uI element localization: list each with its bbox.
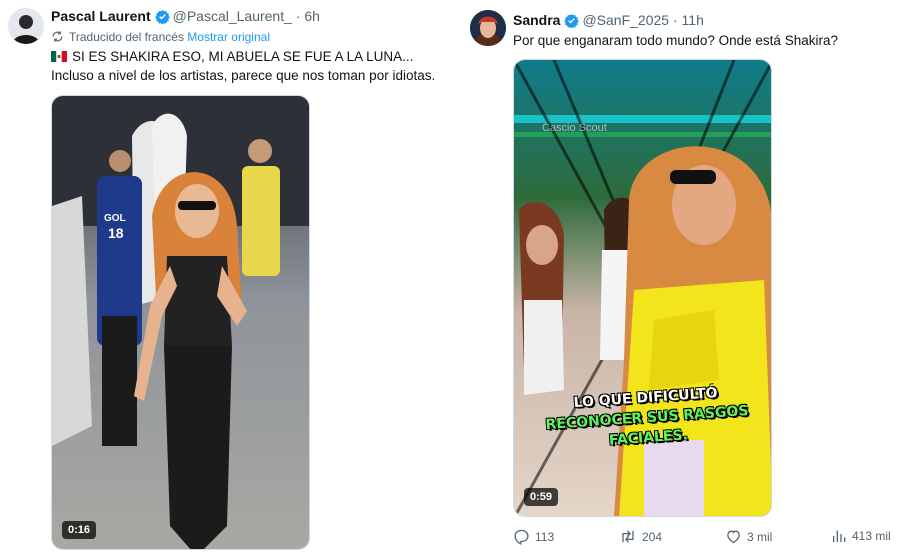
avatar[interactable] bbox=[470, 10, 506, 46]
like-icon bbox=[725, 528, 742, 545]
reply-icon bbox=[513, 528, 530, 545]
timestamp[interactable]: 11h bbox=[682, 12, 704, 28]
author-name[interactable]: Sandra bbox=[513, 12, 560, 28]
show-original-link[interactable]: Mostrar original bbox=[187, 30, 270, 44]
tweet-pascal[interactable]: Pascal Laurent @Pascal_Laurent_ · 6h Trad… bbox=[0, 0, 455, 559]
like-button[interactable]: 3 mil bbox=[725, 528, 772, 545]
timestamp[interactable]: 6h bbox=[304, 8, 320, 24]
video-duration: 0:59 bbox=[524, 488, 559, 506]
tweet-text: Por que enganaram todo mundo? Onde está … bbox=[513, 33, 838, 48]
translated-label: Traducido del francés bbox=[69, 30, 184, 44]
tweet-text: SI ES SHAKIRA ESO, MI ABUELA SE FUE A LA… bbox=[51, 47, 435, 85]
video-player[interactable]: GOL 18 0:16 bbox=[51, 95, 310, 550]
views-button[interactable]: 413 mil bbox=[831, 528, 891, 544]
avatar-image bbox=[470, 10, 506, 46]
video-duration: 0:16 bbox=[62, 521, 97, 539]
avatar-image bbox=[8, 8, 44, 44]
action-bar: 113 204 3 mil 413 mil bbox=[513, 528, 900, 548]
author-name[interactable]: Pascal Laurent bbox=[51, 8, 151, 24]
repost-icon bbox=[619, 528, 637, 545]
tweet-text-line1: SI ES SHAKIRA ESO, MI ABUELA SE FUE A LA… bbox=[72, 49, 414, 64]
views-icon bbox=[831, 528, 847, 544]
svg-text:GOL: GOL bbox=[104, 213, 126, 224]
tweet-header: Sandra @SanF_2025 · 11h bbox=[513, 11, 704, 32]
reply-button[interactable]: 113 bbox=[513, 528, 554, 545]
verified-badge-icon bbox=[154, 9, 170, 28]
video-frame: GOL 18 bbox=[52, 96, 309, 549]
tweet-header: Pascal Laurent @Pascal_Laurent_ · 6h bbox=[51, 7, 320, 28]
translation-notice: Traducido del francés Mostrar original bbox=[51, 29, 270, 47]
author-handle[interactable]: @SanF_2025 bbox=[582, 12, 669, 28]
repost-button[interactable]: 204 bbox=[619, 528, 662, 545]
like-count: 3 mil bbox=[747, 529, 773, 544]
tweet-sandra[interactable]: Sandra @SanF_2025 · 11h Por que enganaram… bbox=[462, 0, 900, 559]
mexico-flag-icon bbox=[51, 48, 67, 62]
video-player[interactable]: Cascio Scout LO QUE DIFICULTÓ RECONOCER … bbox=[513, 59, 772, 517]
verified-badge-icon bbox=[564, 13, 580, 32]
views-count: 413 mil bbox=[852, 529, 891, 543]
svg-text:18: 18 bbox=[108, 225, 124, 241]
repost-count: 204 bbox=[642, 529, 663, 544]
separator-dot: · bbox=[295, 8, 301, 24]
translate-icon bbox=[51, 30, 64, 47]
author-handle[interactable]: @Pascal_Laurent_ bbox=[173, 8, 292, 24]
avatar[interactable] bbox=[8, 8, 44, 44]
separator-dot: · bbox=[672, 12, 678, 28]
video-watermark: Cascio Scout bbox=[542, 122, 607, 134]
reply-count: 113 bbox=[535, 529, 555, 544]
tweet-text-line2: Incluso a nivel de los artistas, parece … bbox=[51, 68, 436, 83]
